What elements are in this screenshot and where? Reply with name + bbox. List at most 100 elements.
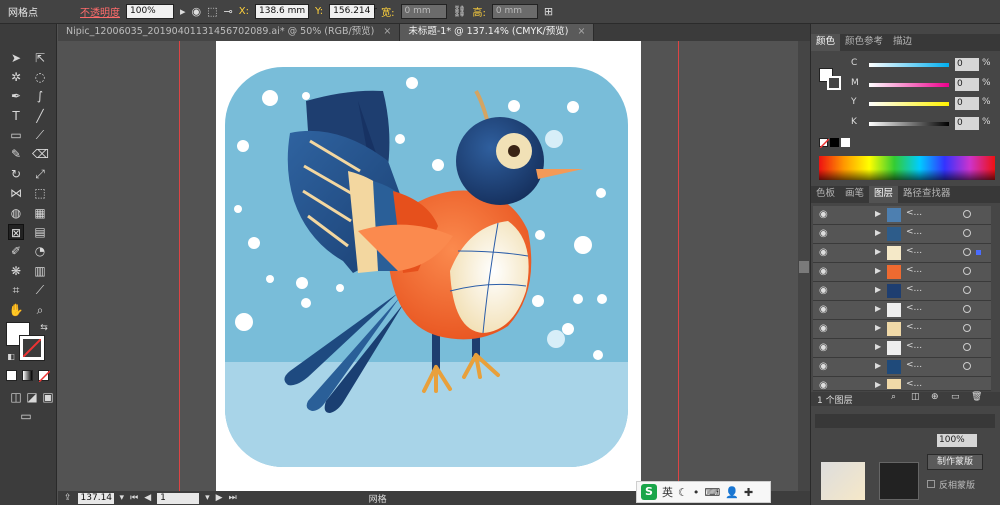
- layer-name[interactable]: <...: [906, 208, 922, 218]
- expand-triangle-icon[interactable]: ▶: [875, 323, 881, 332]
- channel-value-input[interactable]: 0: [955, 97, 979, 110]
- gradient-tool-icon[interactable]: ▤: [32, 224, 48, 240]
- expand-triangle-icon[interactable]: ▶: [875, 209, 881, 218]
- hand-tool-icon[interactable]: ✋: [8, 302, 24, 318]
- zoom-tool-icon[interactable]: ⌕: [32, 302, 48, 318]
- prev-artboard-icon[interactable]: ◀: [144, 493, 151, 503]
- eye-icon[interactable]: ◉: [819, 285, 828, 296]
- tab-swatches[interactable]: 色板: [811, 186, 840, 203]
- target-icon[interactable]: [963, 210, 971, 218]
- paintbrush-tool-icon[interactable]: ⟋: [32, 127, 48, 143]
- expand-triangle-icon[interactable]: ▶: [875, 285, 881, 294]
- next-artboard-icon[interactable]: ▶: [216, 493, 223, 503]
- line-tool-icon[interactable]: ╱: [32, 108, 48, 124]
- last-artboard-icon[interactable]: ⏭: [229, 493, 237, 503]
- eye-icon[interactable]: ◉: [819, 342, 828, 353]
- eye-icon[interactable]: ◉: [819, 247, 828, 258]
- chevron-down-icon[interactable]: ▾: [205, 493, 210, 503]
- eye-icon[interactable]: ◉: [819, 209, 828, 220]
- target-icon[interactable]: [963, 362, 971, 370]
- target-icon[interactable]: [963, 305, 971, 313]
- share-icon[interactable]: ⇪: [64, 493, 72, 503]
- slider-track[interactable]: [869, 83, 949, 87]
- target-icon[interactable]: [963, 286, 971, 294]
- width-input[interactable]: 0 mm: [400, 4, 447, 19]
- target-icon[interactable]: [963, 267, 971, 275]
- expand-triangle-icon[interactable]: ▶: [875, 228, 881, 237]
- layer-row[interactable]: ◉ ▶ <...: [813, 263, 991, 282]
- symbol-sprayer-tool-icon[interactable]: ❋: [8, 263, 24, 279]
- opacity-label[interactable]: 不透明度: [80, 4, 120, 19]
- delete-layer-icon[interactable]: 🗑: [971, 392, 982, 402]
- free-transform-tool-icon[interactable]: ⬚: [32, 185, 48, 201]
- gradient-mode-icon[interactable]: [22, 370, 33, 381]
- expand-triangle-icon[interactable]: ▶: [875, 342, 881, 351]
- layer-name[interactable]: <...: [906, 341, 922, 351]
- canvas-area[interactable]: [58, 41, 798, 491]
- mesh-tool-icon[interactable]: ⊠: [8, 224, 24, 240]
- lasso-tool-icon[interactable]: ◌: [32, 69, 48, 85]
- layer-row[interactable]: ◉ ▶ <...: [813, 301, 991, 320]
- slider-track[interactable]: [869, 102, 949, 106]
- draw-behind-icon[interactable]: ◪: [24, 389, 40, 405]
- eye-icon[interactable]: ◉: [819, 266, 828, 277]
- eye-icon[interactable]: ◉: [819, 228, 828, 239]
- clipping-mask-icon[interactable]: ◫: [911, 392, 920, 402]
- link-proportions-icon[interactable]: ⛓: [453, 5, 467, 18]
- tab-stroke[interactable]: 描边: [888, 34, 917, 51]
- layer-name[interactable]: <...: [906, 227, 922, 237]
- eye-icon[interactable]: ◉: [819, 304, 828, 315]
- tab-color-guide[interactable]: 颜色参考: [840, 34, 888, 51]
- pen-tool-icon[interactable]: ✒: [8, 88, 24, 104]
- color-mode-icon[interactable]: [6, 370, 17, 381]
- target-icon[interactable]: [963, 229, 971, 237]
- make-mask-button[interactable]: 制作蒙版: [927, 454, 983, 470]
- layer-name[interactable]: <...: [906, 246, 922, 256]
- perspective-grid-tool-icon[interactable]: ▦: [32, 205, 48, 221]
- draw-normal-icon[interactable]: ◫: [8, 389, 24, 405]
- slider-black[interactable]: K 0 %: [851, 117, 996, 131]
- layer-name[interactable]: <...: [906, 379, 922, 389]
- slider-cyan[interactable]: C 0 %: [851, 58, 996, 72]
- new-sublayer-icon[interactable]: ⊕: [931, 392, 939, 402]
- new-layer-icon[interactable]: ▭: [951, 392, 960, 402]
- none-swatch[interactable]: [819, 138, 829, 148]
- layer-row[interactable]: ◉ ▶ <...: [813, 206, 991, 225]
- selection-tool-icon[interactable]: ➤: [8, 50, 24, 66]
- expand-triangle-icon[interactable]: ▶: [875, 304, 881, 313]
- black-swatch[interactable]: [830, 138, 839, 147]
- layer-row[interactable]: ◉ ▶ <...: [813, 244, 991, 263]
- layer-name[interactable]: <...: [906, 303, 922, 313]
- transform-icon[interactable]: ⊞: [544, 5, 553, 18]
- layer-row[interactable]: ◉ ▶ <...: [813, 320, 991, 339]
- column-graph-tool-icon[interactable]: ▥: [32, 263, 48, 279]
- expand-triangle-icon[interactable]: ▶: [875, 361, 881, 370]
- moon-icon[interactable]: ☾: [678, 486, 688, 499]
- tab-nipic-document[interactable]: Nipic_12006035_20190401131456702089.ai* …: [58, 24, 401, 41]
- target-icon[interactable]: [963, 248, 971, 256]
- channel-value-input[interactable]: 0: [955, 78, 979, 91]
- stroke-swatch[interactable]: [19, 335, 45, 361]
- tab-brushes[interactable]: 画笔: [840, 186, 869, 203]
- artboard-number-input[interactable]: 1: [157, 492, 200, 504]
- artboard-tool-icon[interactable]: ⌗: [8, 282, 24, 298]
- slider-track[interactable]: [869, 122, 949, 126]
- tab-color[interactable]: 颜色: [811, 34, 841, 51]
- layer-name[interactable]: <...: [906, 284, 922, 294]
- reference-point-icon[interactable]: ⬚: [207, 5, 217, 18]
- direct-selection-tool-icon[interactable]: ⇱: [32, 50, 48, 66]
- panel-stroke-swatch[interactable]: [827, 76, 841, 90]
- pencil-tool-icon[interactable]: ✎: [8, 146, 24, 162]
- user-icon[interactable]: 👤: [725, 486, 739, 499]
- slider-track[interactable]: [869, 63, 949, 67]
- eye-icon[interactable]: ◉: [819, 361, 828, 372]
- slider-magenta[interactable]: M 0 %: [851, 78, 996, 92]
- eraser-tool-icon[interactable]: ⌫: [32, 146, 49, 162]
- draw-inside-icon[interactable]: ▣: [40, 389, 56, 405]
- locate-object-icon[interactable]: ⌕: [891, 392, 896, 402]
- layer-name[interactable]: <...: [906, 360, 922, 370]
- curvature-tool-icon[interactable]: ∫: [32, 88, 48, 104]
- slider-yellow[interactable]: Y 0 %: [851, 97, 996, 111]
- channel-value-input[interactable]: 0: [955, 117, 979, 130]
- expand-triangle-icon[interactable]: ▶: [875, 266, 881, 275]
